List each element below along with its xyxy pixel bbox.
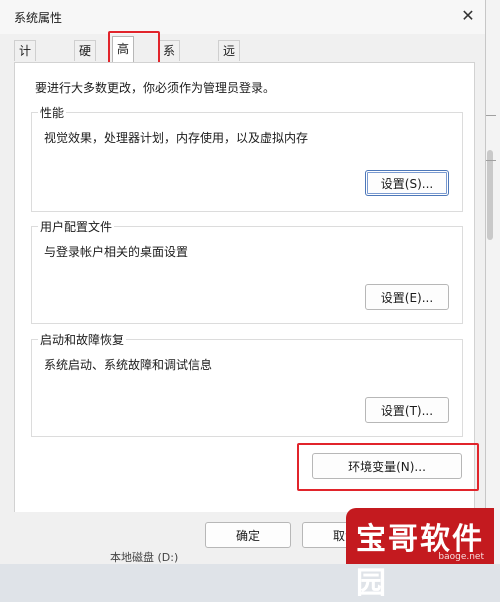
tab-system-protection[interactable]: 系统保护 xyxy=(158,40,181,118)
performance-settings-button[interactable]: 设置(S)... xyxy=(365,170,449,196)
user-profiles-settings-button[interactable]: 设置(E)... xyxy=(365,284,449,310)
background-divider xyxy=(486,115,496,116)
user-profiles-group-title: 用户配置文件 xyxy=(38,218,115,235)
admin-notice: 要进行大多数更改，你必须作为管理员登录。 xyxy=(35,81,276,95)
ok-button[interactable]: 确定 xyxy=(205,522,291,548)
background-scrollbar xyxy=(487,150,493,240)
watermark-subtext: baoge.net xyxy=(438,552,484,562)
system-properties-dialog: 系统属性 ✕ 计算机名 硬件 高级 系统保护 远程 要进行大多数更改，你必须作为… xyxy=(0,0,486,564)
background-divider xyxy=(486,160,496,161)
advanced-tab-panel: 要进行大多数更改，你必须作为管理员登录。 性能 视觉效果，处理器计划，内存使用，… xyxy=(14,62,479,514)
background-window-edge xyxy=(484,0,500,564)
user-profiles-group: 用户配置文件 与登录帐户相关的桌面设置 设置(E)... xyxy=(31,218,463,324)
tab-hardware[interactable]: 硬件 xyxy=(74,40,97,78)
title-bar: 系统属性 ✕ xyxy=(0,0,485,34)
site-watermark: 宝哥软件园 baoge.net xyxy=(346,508,494,601)
performance-group-title: 性能 xyxy=(38,104,67,121)
startup-recovery-group: 启动和故障恢复 系统启动、系统故障和调试信息 设置(T)... xyxy=(31,331,463,437)
startup-recovery-group-title: 启动和故障恢复 xyxy=(38,331,127,348)
tab-computer-name[interactable]: 计算机名 xyxy=(14,40,37,118)
background-drive-label: 本地磁盘 (D:) xyxy=(110,551,179,564)
tab-advanced[interactable]: 高级 xyxy=(112,36,135,80)
performance-group: 性能 视觉效果，处理器计划，内存使用，以及虚拟内存 设置(S)... xyxy=(31,104,463,212)
window-title: 系统属性 xyxy=(14,11,63,25)
close-icon: ✕ xyxy=(461,5,475,25)
tab-remote[interactable]: 远程 xyxy=(218,40,241,78)
user-profiles-description: 与登录帐户相关的桌面设置 xyxy=(44,245,189,259)
startup-recovery-description: 系统启动、系统故障和调试信息 xyxy=(44,358,213,372)
startup-recovery-settings-button[interactable]: 设置(T)... xyxy=(365,397,449,423)
close-button[interactable]: ✕ xyxy=(453,2,483,28)
performance-description: 视觉效果，处理器计划，内存使用，以及虚拟内存 xyxy=(44,131,309,145)
environment-variables-button[interactable]: 环境变量(N)... xyxy=(312,453,462,479)
